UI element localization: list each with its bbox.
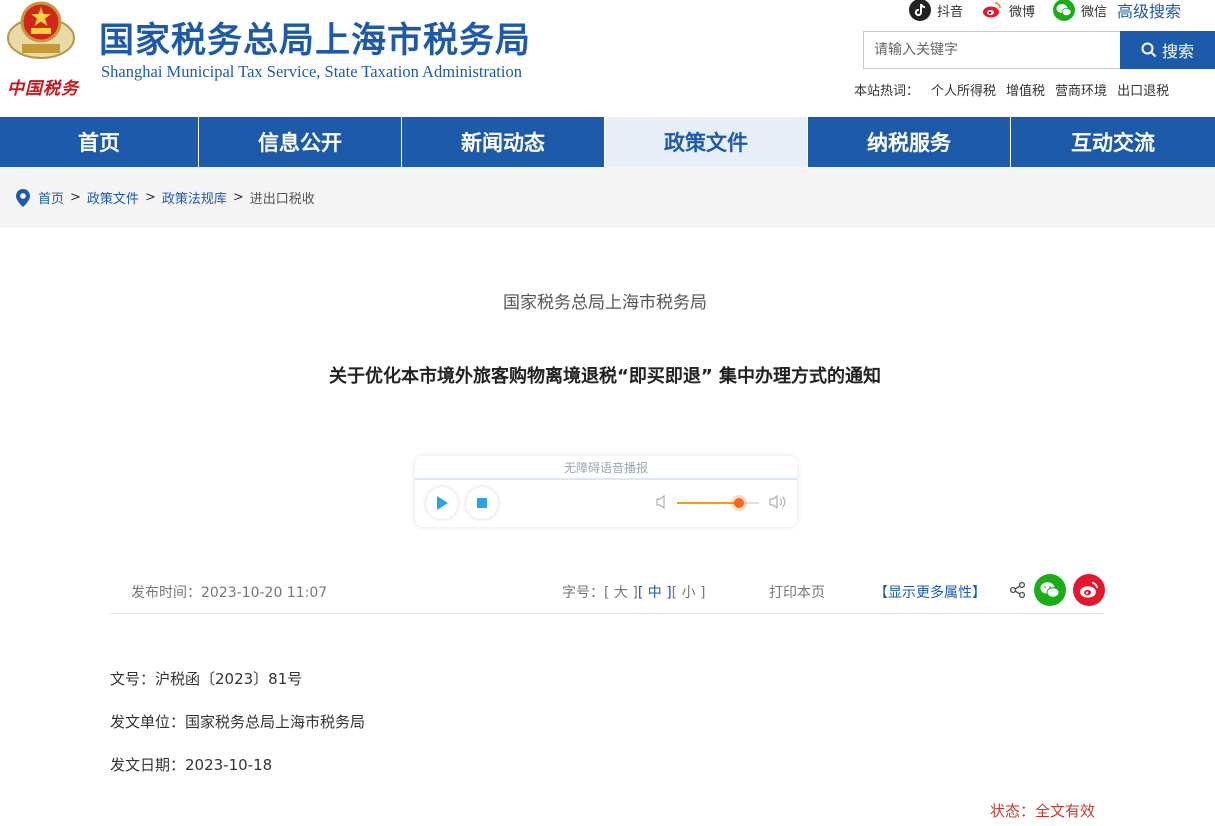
volume-slider[interactable]	[677, 498, 759, 508]
breadcrumb-separator: >	[232, 190, 244, 205]
wechat-icon	[1053, 0, 1076, 21]
site-subtitle: Shanghai Municipal Tax Service, State Ta…	[101, 62, 522, 81]
breadcrumb-home[interactable]: 首页	[38, 188, 64, 207]
nav-item-info-disclosure[interactable]: 信息公开	[199, 117, 402, 167]
font-size-selector: 字号：[ 大 ][ 中 ][ 小 ]	[562, 582, 705, 602]
volume-knob[interactable]	[733, 498, 744, 508]
social-label: 微博	[1009, 4, 1036, 20]
breadcrumb-current[interactable]: 进出口税收	[250, 188, 315, 207]
tax-emblem-icon	[7, 1, 75, 59]
article-meta-bar: 发布时间：2023-10-20 11:07 字号：[ 大 ][ 中 ][ 小 ]…	[110, 574, 1105, 614]
hotword-link[interactable]: 个人所得税	[931, 80, 996, 99]
audio-controls	[415, 480, 797, 527]
font-size-small[interactable]: [ 小 ]	[672, 585, 706, 601]
font-size-label: 字号：	[562, 585, 604, 601]
hotwords: 本站热词： 个人所得税 增值税 营商环境 出口退税	[854, 80, 1179, 99]
share-wechat-button[interactable]	[1034, 574, 1066, 606]
volume-low-icon[interactable]	[656, 494, 670, 510]
hotword-link[interactable]: 增值税	[1006, 80, 1045, 99]
share-icon[interactable]	[1009, 581, 1027, 599]
audio-player: 无障碍语音播报	[415, 456, 797, 527]
audio-player-label: 无障碍语音播报	[415, 456, 797, 480]
douyin-icon	[909, 0, 931, 21]
audio-stop-button[interactable]	[466, 487, 498, 519]
breadcrumb-policy-library[interactable]: 政策法规库	[162, 188, 227, 207]
nav-item-news[interactable]: 新闻动态	[402, 117, 605, 167]
share-weibo-button[interactable]	[1073, 574, 1105, 606]
volume-high-icon[interactable]	[769, 494, 787, 510]
search-button-label: 搜索	[1161, 42, 1194, 61]
social-wechat[interactable]: 微信	[1053, 0, 1107, 21]
play-icon	[437, 496, 448, 510]
hotword-link[interactable]: 营商环境	[1055, 80, 1107, 99]
social-douyin[interactable]: 抖音	[909, 0, 963, 21]
doc-status: 状态：全文有效	[990, 802, 1096, 820]
stop-icon	[477, 498, 487, 508]
search-button[interactable]: 搜索	[1120, 31, 1215, 69]
search-input[interactable]	[863, 31, 1120, 69]
wechat-icon	[1040, 582, 1060, 598]
breadcrumb: 首页 > 政策文件 > 政策法规库 > 进出口税收	[0, 167, 1215, 228]
nav-item-home[interactable]: 首页	[0, 117, 199, 167]
location-pin-icon	[16, 188, 30, 207]
doc-number: 文号：沪税函〔2023〕81号	[110, 670, 303, 688]
social-weibo[interactable]: 微博	[981, 0, 1035, 21]
article-source-org: 国家税务总局上海市税务局	[503, 293, 707, 313]
social-links: 抖音 微博 微信 高级搜索	[909, 0, 1181, 22]
nav-item-tax-service[interactable]: 纳税服务	[808, 117, 1011, 167]
nav-item-interaction[interactable]: 互动交流	[1011, 117, 1215, 167]
article-title: 关于优化本市境外旅客购物离境退税“即买即退” 集中办理方式的通知	[329, 366, 881, 387]
main-nav: 首页 信息公开 新闻动态 政策文件 纳税服务 互动交流	[0, 117, 1215, 167]
breadcrumb-policy[interactable]: 政策文件	[87, 188, 139, 207]
breadcrumb-separator: >	[70, 190, 81, 205]
weibo-icon	[1080, 582, 1098, 598]
social-label: 抖音	[937, 4, 964, 20]
font-size-large[interactable]: [ 大 ]	[604, 585, 638, 601]
font-size-medium[interactable]: [ 中 ]	[638, 585, 672, 601]
doc-issuer: 发文单位：国家税务总局上海市税务局	[110, 713, 366, 731]
print-page-link[interactable]: 打印本页	[769, 582, 825, 602]
doc-issue-date: 发文日期：2023-10-18	[110, 756, 273, 774]
site-title[interactable]: 国家税务总局上海市税务局	[99, 12, 531, 63]
volume-fill	[677, 502, 739, 504]
search-box: 搜索	[863, 31, 1215, 69]
site-header: 中国税务 国家税务总局上海市税务局 Shanghai Municipal Tax…	[0, 0, 1215, 117]
show-more-attributes-link[interactable]: 【显示更多属性】	[874, 582, 986, 602]
brand-script: 中国税务	[7, 79, 79, 99]
weibo-icon	[981, 0, 1004, 21]
nav-item-policy[interactable]: 政策文件	[605, 117, 808, 167]
hotwords-label: 本站热词：	[854, 84, 920, 99]
breadcrumb-separator: >	[144, 190, 156, 205]
publish-time: 发布时间：2023-10-20 11:07	[131, 585, 328, 601]
social-label: 微信	[1081, 4, 1108, 20]
audio-play-button[interactable]	[426, 487, 458, 519]
advanced-search-link[interactable]: 高级搜索	[1117, 0, 1181, 22]
hotword-link[interactable]: 出口退税	[1117, 80, 1169, 99]
search-icon	[1141, 42, 1157, 58]
